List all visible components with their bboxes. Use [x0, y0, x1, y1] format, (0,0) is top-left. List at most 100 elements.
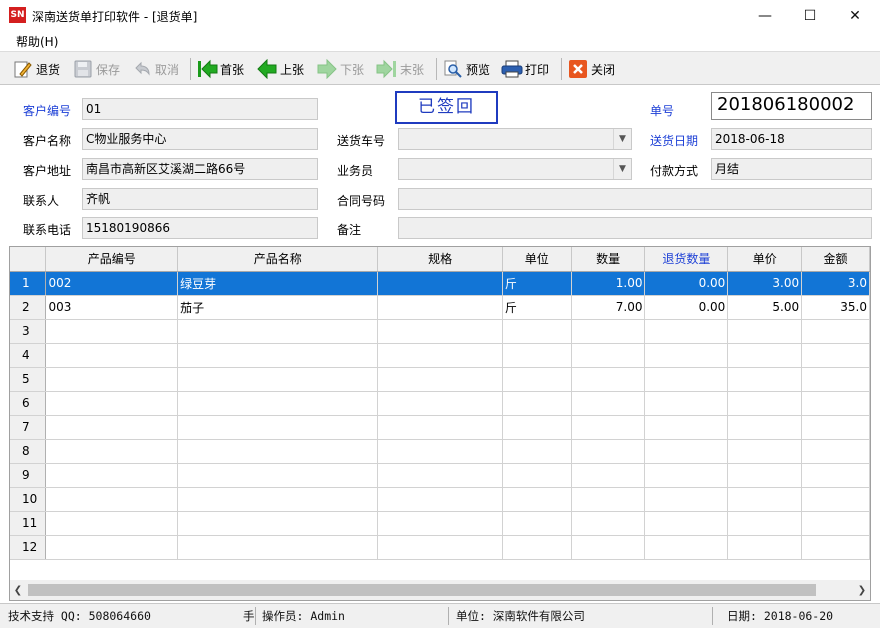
- row-number[interactable]: 5: [10, 367, 47, 392]
- spec-cell[interactable]: [377, 295, 503, 320]
- quantity-cell[interactable]: [571, 343, 646, 368]
- quantity-cell[interactable]: [571, 511, 646, 536]
- col-header-amount[interactable]: 金额: [801, 247, 870, 272]
- scrollbar-thumb[interactable]: [28, 584, 816, 596]
- unit-cell[interactable]: 斤: [502, 271, 572, 296]
- product-name-cell[interactable]: [177, 343, 379, 368]
- spec-cell[interactable]: [377, 271, 503, 296]
- amount-cell[interactable]: [801, 415, 870, 440]
- return-quantity-cell[interactable]: [644, 535, 729, 560]
- col-header-unit-price[interactable]: 单价: [727, 247, 803, 272]
- product-code-cell[interactable]: [45, 367, 179, 392]
- spec-cell[interactable]: [377, 319, 503, 344]
- product-name-cell[interactable]: 茄子: [177, 295, 379, 320]
- spec-cell[interactable]: [377, 391, 503, 416]
- customer-name-field[interactable]: C物业服务中心: [82, 128, 318, 150]
- amount-cell[interactable]: [801, 391, 870, 416]
- row-number[interactable]: 4: [10, 343, 47, 368]
- unit-price-cell[interactable]: [727, 343, 803, 368]
- contract-field[interactable]: [398, 188, 872, 210]
- table-row[interactable]: 4: [10, 343, 870, 368]
- first-record-button[interactable]: 首张: [196, 57, 244, 81]
- table-row[interactable]: 2 003 茄子 斤 7.00 0.00 5.00 35.0: [10, 295, 870, 320]
- quantity-cell[interactable]: [571, 415, 646, 440]
- row-number[interactable]: 10: [10, 487, 47, 512]
- col-header-unit[interactable]: 单位: [502, 247, 572, 272]
- vehicle-select[interactable]: ▼: [398, 128, 632, 150]
- col-header-quantity[interactable]: 数量: [571, 247, 646, 272]
- table-row[interactable]: 7: [10, 415, 870, 440]
- quantity-cell[interactable]: [571, 367, 646, 392]
- col-header-rownum[interactable]: [10, 247, 47, 272]
- chevron-down-icon[interactable]: ▼: [613, 129, 631, 149]
- amount-cell[interactable]: 35.0: [801, 295, 870, 320]
- return-quantity-cell[interactable]: [644, 343, 729, 368]
- menu-help[interactable]: 帮助(H): [16, 33, 58, 50]
- col-header-product-code[interactable]: 产品编号: [45, 247, 179, 272]
- amount-cell[interactable]: [801, 511, 870, 536]
- amount-cell[interactable]: [801, 319, 870, 344]
- return-quantity-cell[interactable]: [644, 367, 729, 392]
- spec-cell[interactable]: [377, 439, 503, 464]
- row-number[interactable]: 6: [10, 391, 47, 416]
- product-name-cell[interactable]: [177, 511, 379, 536]
- close-window-button[interactable]: ✕: [832, 0, 878, 31]
- quantity-cell[interactable]: [571, 487, 646, 512]
- row-number[interactable]: 3: [10, 319, 47, 344]
- scroll-right-icon[interactable]: ❯: [854, 580, 870, 600]
- next-record-button[interactable]: 下张: [316, 57, 364, 81]
- unit-price-cell[interactable]: [727, 415, 803, 440]
- quantity-cell[interactable]: [571, 391, 646, 416]
- unit-cell[interactable]: [502, 511, 572, 536]
- table-row[interactable]: 5: [10, 367, 870, 392]
- return-quantity-cell[interactable]: [644, 415, 729, 440]
- product-name-cell[interactable]: [177, 367, 379, 392]
- unit-cell[interactable]: [502, 319, 572, 344]
- order-no-field[interactable]: 201806180002: [711, 92, 872, 120]
- unit-price-cell[interactable]: [727, 391, 803, 416]
- product-code-cell[interactable]: [45, 439, 179, 464]
- maximize-button[interactable]: ☐: [787, 0, 833, 31]
- spec-cell[interactable]: [377, 415, 503, 440]
- unit-cell[interactable]: 斤: [502, 295, 572, 320]
- customer-no-field[interactable]: 01: [82, 98, 318, 120]
- unit-price-cell[interactable]: [727, 535, 803, 560]
- row-number[interactable]: 9: [10, 463, 47, 488]
- unit-price-cell[interactable]: [727, 319, 803, 344]
- unit-cell[interactable]: [502, 463, 572, 488]
- unit-price-cell[interactable]: [727, 439, 803, 464]
- row-number[interactable]: 2: [10, 295, 47, 320]
- table-row[interactable]: 10: [10, 487, 870, 512]
- return-quantity-cell[interactable]: 0.00: [644, 271, 729, 296]
- product-code-cell[interactable]: [45, 535, 179, 560]
- row-number[interactable]: 11: [10, 511, 47, 536]
- chevron-down-icon[interactable]: ▼: [613, 159, 631, 179]
- amount-cell[interactable]: [801, 367, 870, 392]
- amount-cell[interactable]: [801, 487, 870, 512]
- spec-cell[interactable]: [377, 343, 503, 368]
- unit-price-cell[interactable]: 3.00: [727, 271, 803, 296]
- unit-price-cell[interactable]: [727, 367, 803, 392]
- product-code-cell[interactable]: [45, 511, 179, 536]
- return-quantity-cell[interactable]: [644, 319, 729, 344]
- return-quantity-cell[interactable]: [644, 439, 729, 464]
- payment-field[interactable]: 月结: [711, 158, 872, 180]
- last-record-button[interactable]: 末张: [376, 57, 424, 81]
- unit-cell[interactable]: [502, 439, 572, 464]
- product-name-cell[interactable]: 绿豆芽: [177, 271, 379, 296]
- unit-cell[interactable]: [502, 391, 572, 416]
- print-button[interactable]: 打印: [501, 57, 549, 81]
- quantity-cell[interactable]: [571, 439, 646, 464]
- col-header-return-quantity[interactable]: 退货数量: [644, 247, 729, 272]
- amount-cell[interactable]: [801, 463, 870, 488]
- product-code-cell[interactable]: [45, 463, 179, 488]
- col-header-spec[interactable]: 规格: [377, 247, 503, 272]
- amount-cell[interactable]: 3.0: [801, 271, 870, 296]
- return-quantity-cell[interactable]: [644, 463, 729, 488]
- product-name-cell[interactable]: [177, 415, 379, 440]
- minimize-button[interactable]: —: [742, 0, 788, 31]
- row-number[interactable]: 1: [10, 271, 47, 296]
- unit-cell[interactable]: [502, 415, 572, 440]
- product-code-cell[interactable]: 003: [45, 295, 179, 320]
- amount-cell[interactable]: [801, 535, 870, 560]
